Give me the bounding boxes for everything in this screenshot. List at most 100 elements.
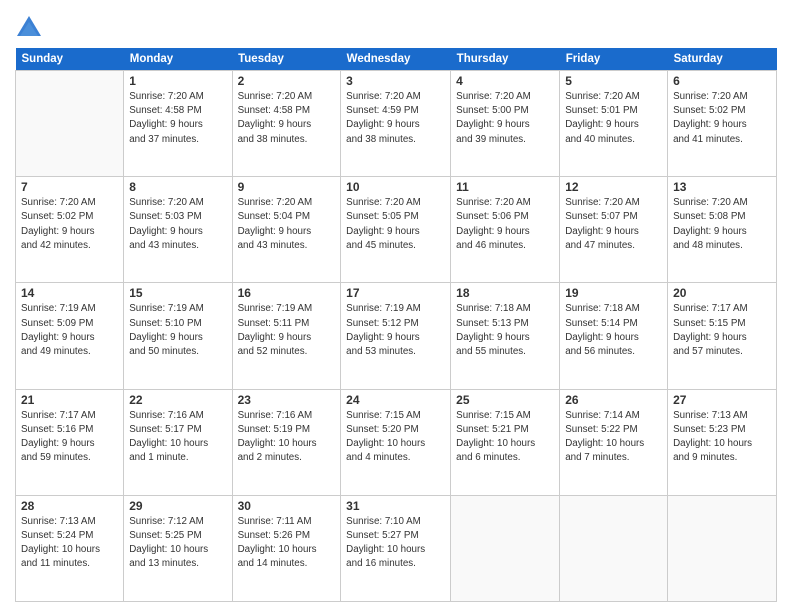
day-info: Sunrise: 7:20 AM Sunset: 5:08 PM Dayligh… <box>673 196 771 253</box>
day-info: Sunrise: 7:20 AM Sunset: 4:58 PM Dayligh… <box>238 90 336 147</box>
day-info: Sunrise: 7:11 AM Sunset: 5:26 PM Dayligh… <box>238 515 336 572</box>
calendar-cell: 21Sunrise: 7:17 AM Sunset: 5:16 PM Dayli… <box>16 389 124 495</box>
day-number: 3 <box>346 74 445 88</box>
day-info: Sunrise: 7:12 AM Sunset: 5:25 PM Dayligh… <box>129 515 226 572</box>
day-number: 29 <box>129 499 226 513</box>
day-number: 24 <box>346 393 445 407</box>
day-header-thursday: Thursday <box>451 48 560 71</box>
calendar-cell: 4 Sunrise: 7:20 AM Sunset: 5:00 PM Daylig… <box>451 71 560 177</box>
day-info: Sunrise: 7:20 AM Sunset: 4:59 PM Dayligh… <box>346 90 445 147</box>
day-header-wednesday: Wednesday <box>341 48 451 71</box>
calendar-cell: 7 Sunrise: 7:20 AM Sunset: 5:02 PM Daylig… <box>16 177 124 283</box>
day-header-saturday: Saturday <box>668 48 777 71</box>
day-number: 4 <box>456 74 554 88</box>
day-number: 22 <box>129 393 226 407</box>
day-info: Sunrise: 7:14 AM Sunset: 5:22 PM Dayligh… <box>565 409 662 466</box>
day-info: Sunrise: 7:20 AM Sunset: 5:02 PM Dayligh… <box>673 90 771 147</box>
day-info: Sunrise: 7:20 AM Sunset: 5:04 PM Dayligh… <box>238 196 336 253</box>
day-header-monday: Monday <box>124 48 232 71</box>
day-number: 10 <box>346 180 445 194</box>
day-number: 28 <box>21 499 118 513</box>
day-number: 19 <box>565 286 662 300</box>
day-number: 14 <box>21 286 118 300</box>
page: SundayMondayTuesdayWednesdayThursdayFrid… <box>0 0 792 612</box>
day-number: 13 <box>673 180 771 194</box>
day-header-sunday: Sunday <box>16 48 124 71</box>
header <box>15 10 777 42</box>
calendar-cell: 11 Sunrise: 7:20 AM Sunset: 5:06 PM Dayli… <box>451 177 560 283</box>
calendar-cell: 28 Sunrise: 7:13 AM Sunset: 5:24 PM Dayli… <box>16 495 124 601</box>
calendar-cell: 9 Sunrise: 7:20 AM Sunset: 5:04 PM Daylig… <box>232 177 341 283</box>
calendar-cell: 15 Sunrise: 7:19 AM Sunset: 5:10 PM Dayli… <box>124 283 232 389</box>
calendar-cell: 22 Sunrise: 7:16 AM Sunset: 5:17 PM Dayli… <box>124 389 232 495</box>
day-info: Sunrise: 7:19 AM Sunset: 5:12 PM Dayligh… <box>346 302 445 359</box>
day-number: 18 <box>456 286 554 300</box>
day-info: Sunrise: 7:13 AM Sunset: 5:23 PM Dayligh… <box>673 409 771 466</box>
calendar-cell: 24 Sunrise: 7:15 AM Sunset: 5:20 PM Dayli… <box>341 389 451 495</box>
calendar-cell: 30 Sunrise: 7:11 AM Sunset: 5:26 PM Dayli… <box>232 495 341 601</box>
day-info: Sunrise: 7:13 AM Sunset: 5:24 PM Dayligh… <box>21 515 118 572</box>
calendar-cell: 29 Sunrise: 7:12 AM Sunset: 5:25 PM Dayli… <box>124 495 232 601</box>
calendar-cell: 13 Sunrise: 7:20 AM Sunset: 5:08 PM Dayli… <box>668 177 777 283</box>
day-info: Sunrise: 7:15 AM Sunset: 5:20 PM Dayligh… <box>346 409 445 466</box>
day-info: Sunrise: 7:20 AM Sunset: 5:05 PM Dayligh… <box>346 196 445 253</box>
calendar-cell: 6 Sunrise: 7:20 AM Sunset: 5:02 PM Daylig… <box>668 71 777 177</box>
calendar-week-row: 7 Sunrise: 7:20 AM Sunset: 5:02 PM Daylig… <box>16 177 777 283</box>
day-info: Sunrise: 7:20 AM Sunset: 5:06 PM Dayligh… <box>456 196 554 253</box>
day-info: Sunrise: 7:20 AM Sunset: 5:07 PM Dayligh… <box>565 196 662 253</box>
calendar-cell: 8 Sunrise: 7:20 AM Sunset: 5:03 PM Daylig… <box>124 177 232 283</box>
calendar-cell: 31Sunrise: 7:10 AM Sunset: 5:27 PM Dayli… <box>341 495 451 601</box>
calendar-cell: 25 Sunrise: 7:15 AM Sunset: 5:21 PM Dayli… <box>451 389 560 495</box>
calendar-header-row: SundayMondayTuesdayWednesdayThursdayFrid… <box>16 48 777 71</box>
calendar-cell: 3 Sunrise: 7:20 AM Sunset: 4:59 PM Daylig… <box>341 71 451 177</box>
calendar-cell <box>16 71 124 177</box>
day-number: 21 <box>21 393 118 407</box>
day-number: 2 <box>238 74 336 88</box>
day-info: Sunrise: 7:15 AM Sunset: 5:21 PM Dayligh… <box>456 409 554 466</box>
day-number: 12 <box>565 180 662 194</box>
calendar-cell: 2 Sunrise: 7:20 AM Sunset: 4:58 PM Daylig… <box>232 71 341 177</box>
day-info: Sunrise: 7:20 AM Sunset: 4:58 PM Dayligh… <box>129 90 226 147</box>
day-number: 25 <box>456 393 554 407</box>
day-info: Sunrise: 7:16 AM Sunset: 5:19 PM Dayligh… <box>238 409 336 466</box>
calendar-cell: 26 Sunrise: 7:14 AM Sunset: 5:22 PM Dayli… <box>560 389 668 495</box>
day-number: 20 <box>673 286 771 300</box>
calendar-cell: 16Sunrise: 7:19 AM Sunset: 5:11 PM Dayli… <box>232 283 341 389</box>
day-info: Sunrise: 7:16 AM Sunset: 5:17 PM Dayligh… <box>129 409 226 466</box>
day-info: Sunrise: 7:19 AM Sunset: 5:10 PM Dayligh… <box>129 302 226 359</box>
day-info: Sunrise: 7:20 AM Sunset: 5:02 PM Dayligh… <box>21 196 118 253</box>
calendar-cell: 27 Sunrise: 7:13 AM Sunset: 5:23 PM Dayli… <box>668 389 777 495</box>
day-number: 7 <box>21 180 118 194</box>
day-info: Sunrise: 7:18 AM Sunset: 5:13 PM Dayligh… <box>456 302 554 359</box>
calendar-cell: 1 Sunrise: 7:20 AM Sunset: 4:58 PM Daylig… <box>124 71 232 177</box>
day-number: 1 <box>129 74 226 88</box>
day-number: 6 <box>673 74 771 88</box>
day-number: 27 <box>673 393 771 407</box>
calendar-cell: 10 Sunrise: 7:20 AM Sunset: 5:05 PM Dayli… <box>341 177 451 283</box>
day-info: Sunrise: 7:20 AM Sunset: 5:03 PM Dayligh… <box>129 196 226 253</box>
day-number: 9 <box>238 180 336 194</box>
calendar-cell <box>560 495 668 601</box>
day-number: 23 <box>238 393 336 407</box>
calendar-cell: 18 Sunrise: 7:18 AM Sunset: 5:13 PM Dayli… <box>451 283 560 389</box>
calendar-table: SundayMondayTuesdayWednesdayThursdayFrid… <box>15 48 777 602</box>
day-number: 26 <box>565 393 662 407</box>
day-number: 30 <box>238 499 336 513</box>
calendar-cell <box>668 495 777 601</box>
calendar-cell <box>451 495 560 601</box>
calendar-cell: 12 Sunrise: 7:20 AM Sunset: 5:07 PM Dayli… <box>560 177 668 283</box>
calendar-cell: 23 Sunrise: 7:16 AM Sunset: 5:19 PM Dayli… <box>232 389 341 495</box>
calendar-week-row: 28 Sunrise: 7:13 AM Sunset: 5:24 PM Dayli… <box>16 495 777 601</box>
day-header-tuesday: Tuesday <box>232 48 341 71</box>
day-number: 8 <box>129 180 226 194</box>
calendar-week-row: 14Sunrise: 7:19 AM Sunset: 5:09 PM Dayli… <box>16 283 777 389</box>
day-number: 11 <box>456 180 554 194</box>
day-info: Sunrise: 7:17 AM Sunset: 5:15 PM Dayligh… <box>673 302 771 359</box>
logo-icon <box>15 14 43 42</box>
calendar-cell: 19Sunrise: 7:18 AM Sunset: 5:14 PM Dayli… <box>560 283 668 389</box>
calendar-week-row: 21Sunrise: 7:17 AM Sunset: 5:16 PM Dayli… <box>16 389 777 495</box>
day-number: 5 <box>565 74 662 88</box>
day-info: Sunrise: 7:20 AM Sunset: 5:00 PM Dayligh… <box>456 90 554 147</box>
day-number: 15 <box>129 286 226 300</box>
day-number: 31 <box>346 499 445 513</box>
